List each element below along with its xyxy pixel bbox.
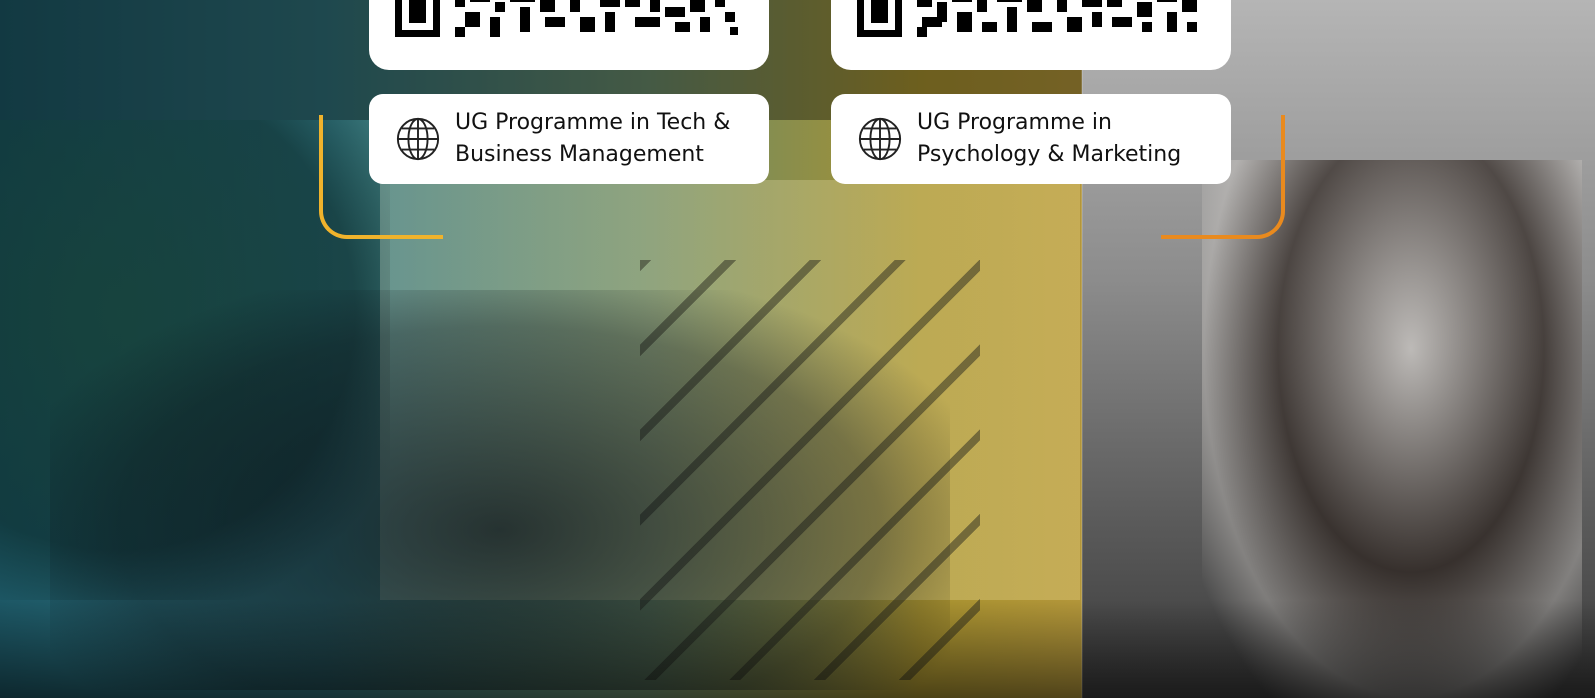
globe-icon [396, 117, 440, 161]
programme-title-line1: UG Programme in [917, 110, 1112, 135]
qr-code-icon [395, 0, 738, 37]
programme-title-line2: Business Management [455, 142, 704, 167]
programme-title-line1: UG Programme in Tech & [455, 110, 731, 135]
bottom-fade [0, 600, 1595, 698]
programme-title-line2: Psychology & Marketing [917, 142, 1182, 167]
globe-icon [858, 117, 902, 161]
programme-title: UG Programme in Psychology & Marketing [917, 107, 1181, 171]
hero-scene [0, 0, 1595, 698]
qr-code-card-tech[interactable] [369, 0, 769, 70]
programme-card-tech-business[interactable]: UG Programme in Tech & Business Manageme… [369, 94, 769, 184]
programme-card-psychology-marketing[interactable]: UG Programme in Psychology & Marketing [831, 94, 1231, 184]
qr-code-card-psychology[interactable] [831, 0, 1231, 70]
programme-title: UG Programme in Tech & Business Manageme… [455, 107, 730, 171]
qr-code-icon [857, 0, 1197, 37]
